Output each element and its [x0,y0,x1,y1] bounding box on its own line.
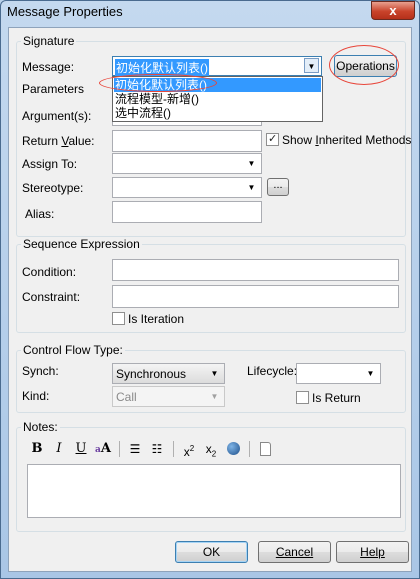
toolbar-separator [119,441,120,457]
window-title: Message Properties [7,4,123,19]
control-flow-label: Control Flow Type: [21,343,125,357]
return-value-field[interactable] [112,130,262,152]
return-value-label: Return Value: [22,134,95,148]
condition-label: Condition: [22,265,77,279]
cancel-button[interactable]: Cancel [258,541,331,563]
close-icon: x [389,3,397,18]
message-properties-window: Message Properties x Signature Message: … [0,0,420,579]
highlight-ellipse [329,45,399,85]
show-inherited-label: Show Inherited Methods [282,133,412,147]
notes-editor[interactable] [27,464,401,518]
bold-icon[interactable]: B [27,439,47,459]
chevron-down-icon[interactable]: ▼ [207,389,222,404]
dropdown-item[interactable]: 选中流程() [114,106,171,120]
synch-combo[interactable]: Synchronous ▼ [112,363,225,384]
chevron-down-icon[interactable]: ▼ [363,366,378,381]
signature-group-label: Signature [21,34,77,48]
kind-label: Kind: [22,389,50,403]
hyperlink-icon[interactable] [223,439,243,459]
show-inherited-checkbox[interactable] [266,132,279,146]
is-return-label: Is Return [312,391,361,405]
numbered-list-icon[interactable]: ☷ [147,439,167,459]
highlight-ellipse [99,74,217,92]
alias-field[interactable] [112,201,262,223]
stereotype-label: Stereotype: [22,181,84,195]
constraint-field[interactable] [112,285,399,308]
lifecycle-label: Lifecycle: [247,364,298,378]
assign-to-combo[interactable]: ▼ [112,153,262,174]
kind-combo[interactable]: Call ▼ [112,386,225,407]
chevron-down-icon[interactable]: ▼ [244,180,259,195]
dialog-body: Signature Message: 初始化默认列表() ▼ Operation… [8,27,412,572]
is-iteration-label: Is Iteration [128,312,185,326]
notes-label: Notes: [21,420,60,434]
toolbar-separator [173,441,174,457]
is-iteration-checkbox[interactable] [112,312,125,325]
alias-label: Alias: [25,207,55,221]
notes-toolbar: B I U aA ☰ ☷ x2 x2 [27,439,402,459]
is-return-checkbox[interactable] [296,391,309,404]
stereotype-browse-button[interactable]: ... [267,178,289,196]
synch-value: Synchronous [116,367,187,381]
chevron-down-icon[interactable]: ▼ [244,156,259,171]
chevron-down-icon[interactable]: ▼ [304,58,319,73]
kind-value: Call [116,390,137,404]
assign-to-label: Assign To: [22,157,78,171]
bullet-list-icon[interactable]: ☰ [125,439,145,459]
close-button[interactable]: x [371,1,415,20]
stereotype-combo[interactable]: ▼ [112,177,262,198]
chevron-down-icon[interactable]: ▼ [207,366,222,381]
arguments-label: Argument(s): [22,109,92,123]
ok-button[interactable]: OK [175,541,248,563]
font-color-icon[interactable]: aA [93,439,113,459]
dropdown-item[interactable]: 流程模型-新增() [114,92,199,106]
lifecycle-combo[interactable]: ▼ [296,363,381,384]
superscript-icon[interactable]: x2 [179,439,199,459]
message-combo[interactable]: 初始化默认列表() ▼ [112,56,322,76]
italic-icon[interactable]: I [49,439,69,459]
sequence-expression-label: Sequence Expression [21,237,142,251]
underline-icon[interactable]: U [71,439,91,459]
parameters-label: Parameters [22,82,85,96]
condition-field[interactable] [112,259,399,281]
synch-label: Synch: [22,364,59,378]
help-button[interactable]: Help [336,541,409,563]
subscript-icon[interactable]: x2 [201,439,221,459]
toolbar-separator [249,441,250,457]
constraint-label: Constraint: [22,290,81,304]
document-icon[interactable] [255,439,275,459]
message-label: Message: [22,60,75,74]
title-bar[interactable]: Message Properties x [1,1,419,25]
